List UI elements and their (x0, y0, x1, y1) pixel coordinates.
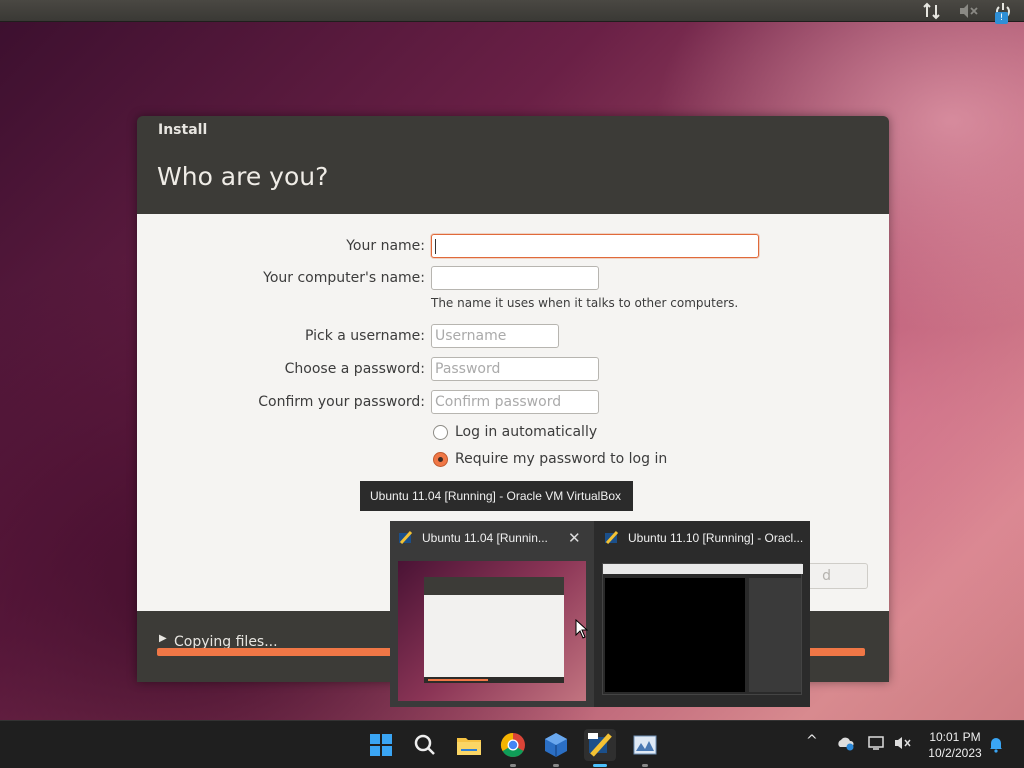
password-input[interactable]: Password (431, 357, 599, 381)
search-icon[interactable] (409, 729, 441, 761)
volume-muted-icon[interactable] (958, 2, 980, 20)
notification-bell-icon[interactable] (988, 735, 1004, 757)
computer-name-hint: The name it uses when it talks to other … (431, 296, 739, 310)
confirm-password-label: Confirm your password: (258, 394, 425, 410)
thumbnail-title: Ubuntu 11.04 [Runnin... (422, 531, 548, 545)
your-name-label: Your name: (346, 238, 425, 254)
file-explorer-icon[interactable] (453, 729, 485, 761)
show-hidden-icons-chevron-icon[interactable]: ^ (806, 733, 818, 749)
your-name-input[interactable] (431, 234, 759, 258)
windows-taskbar: ^ 10:01 PM 10/2/2023 (0, 720, 1024, 768)
radio-button[interactable] (433, 424, 448, 440)
taskbar-tooltip: Ubuntu 11.04 [Running] - Oracle VM Virtu… (360, 481, 633, 511)
onedrive-cloud-icon[interactable] (835, 735, 855, 755)
require-password-option[interactable]: Require my password to log in (433, 451, 667, 467)
top-panel: ! (0, 0, 1024, 24)
close-icon[interactable]: ✕ (568, 529, 581, 547)
computer-name-row: Your computer's name: (137, 266, 889, 292)
photo-app-icon[interactable] (629, 729, 661, 767)
login-automatically-label: Log in automatically (455, 424, 598, 440)
power-icon[interactable]: ! (994, 2, 1012, 24)
login-automatically-option[interactable]: Log in automatically (433, 424, 597, 440)
display-network-icon[interactable] (867, 735, 887, 755)
virtualbox-icon (605, 530, 619, 545)
computer-name-input[interactable] (431, 266, 599, 290)
volume-muted-icon[interactable] (893, 735, 913, 755)
username-row: Pick a username: Username (137, 324, 889, 350)
alert-badge: ! (995, 12, 1008, 24)
page-title: Who are you? (157, 162, 329, 191)
require-password-label: Require my password to log in (455, 451, 668, 467)
password-label: Choose a password: (284, 361, 425, 377)
username-input[interactable]: Username (431, 324, 559, 348)
expand-triangle-icon[interactable]: ▶ (159, 633, 167, 644)
chrome-icon[interactable] (497, 729, 529, 767)
network-arrows-icon[interactable] (922, 2, 942, 20)
clock-date: 10/2/2023 (928, 746, 982, 760)
text-caret (435, 238, 436, 254)
username-label: Pick a username: (304, 328, 425, 344)
window-title: Install (158, 122, 208, 138)
thumbnail-title: Ubuntu 11.10 [Running] - Oracl... (628, 531, 804, 545)
confirm-password-row: Confirm your password: Confirm password (137, 390, 889, 416)
password-row: Choose a password: Password (137, 357, 889, 383)
your-name-row: Your name: (137, 234, 889, 260)
window-preview (602, 563, 803, 695)
mouse-cursor-icon (575, 619, 589, 639)
confirm-password-input[interactable]: Confirm password (431, 390, 599, 414)
windows-start-icon[interactable] (365, 729, 397, 761)
thumbnail-ubuntu-1104[interactable]: Ubuntu 11.04 [Runnin... ✕ (390, 521, 594, 707)
virtualbox-vm-icon[interactable] (584, 729, 616, 767)
thumbnail-ubuntu-1110[interactable]: Ubuntu 11.10 [Running] - Oracl... (596, 521, 810, 707)
computer-name-label: Your computer's name: (263, 270, 425, 286)
virtualbox-icon (399, 530, 413, 545)
system-clock[interactable]: 10:01 PM 10/2/2023 (920, 729, 990, 761)
window-preview (398, 561, 586, 701)
radio-button-selected[interactable] (433, 451, 448, 467)
virtualbox-3d-icon[interactable] (540, 729, 572, 767)
clock-time: 10:01 PM (929, 730, 981, 744)
taskbar-thumbnail-previews: Ubuntu 11.04 [Runnin... ✕ Ubuntu 11.10 [… (390, 521, 810, 707)
